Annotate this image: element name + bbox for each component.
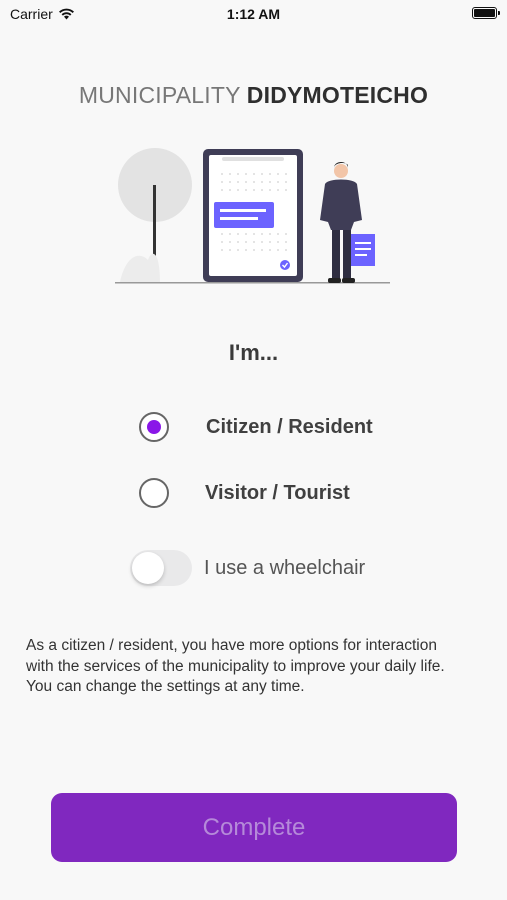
tablet-card	[214, 202, 274, 228]
citizen-label[interactable]: Citizen / Resident	[206, 416, 373, 439]
title-municipality: MUNICIPALITY	[78, 82, 241, 108]
person-with-document-illustration	[115, 148, 390, 284]
person-head	[334, 164, 348, 178]
visitor-radio[interactable]	[139, 478, 169, 508]
role-question: I'm...	[228, 340, 279, 365]
person-legs-left	[332, 230, 340, 280]
status-time: 1:12 AM	[226, 6, 281, 22]
status-bar: Carrier 1:12 AM	[0, 0, 507, 30]
person-legs-right	[343, 230, 351, 280]
wheelchair-setting: I use a wheelchair	[0, 550, 507, 590]
person-shirt	[320, 179, 362, 230]
role-description: As a citizen / resident, you have more o…	[26, 637, 445, 695]
citizen-radio[interactable]	[139, 412, 169, 442]
toggle-knob	[132, 552, 164, 584]
title-city: DIDYMOTEICHO	[246, 82, 429, 108]
wheelchair-label: I use a wheelchair	[204, 557, 366, 579]
role-option-visitor[interactable]: Visitor / Tourist	[0, 474, 507, 514]
complete-button[interactable]: Complete	[51, 793, 457, 862]
role-option-citizen[interactable]: Citizen / Resident	[0, 408, 507, 448]
bush	[120, 253, 160, 282]
check-icon	[280, 260, 290, 270]
visitor-label[interactable]: Visitor / Tourist	[205, 482, 350, 505]
battery-icon	[472, 7, 500, 19]
page-title: MUNICIPALITY DIDYMOTEICHO	[0, 82, 507, 109]
wheelchair-toggle[interactable]	[130, 550, 192, 586]
